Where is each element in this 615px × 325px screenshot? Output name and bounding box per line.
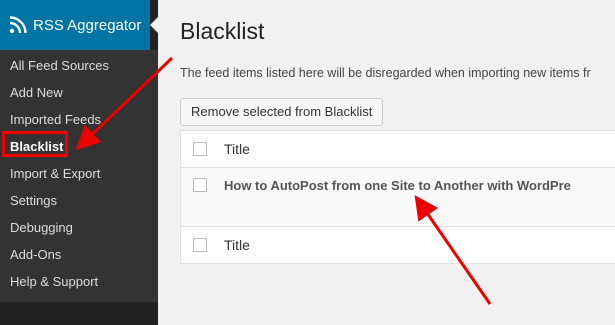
row-checkbox[interactable]: [193, 178, 207, 192]
main-content: Blacklist The feed items listed here wil…: [158, 0, 615, 325]
sidebar-item-settings[interactable]: Settings: [10, 191, 57, 211]
column-footer-title[interactable]: Title: [224, 237, 250, 253]
sidebar-item-help-support[interactable]: Help & Support: [10, 272, 98, 292]
table-header-row: Title: [181, 131, 615, 168]
blacklist-table: Title How to AutoPost from one Site to A…: [180, 130, 615, 264]
sidebar-item-add-ons[interactable]: Add-Ons: [10, 245, 61, 265]
plugin-title: RSS Aggregator: [33, 16, 142, 34]
table-row: How to AutoPost from one Site to Another…: [181, 168, 615, 227]
table-footer-row: Title: [181, 227, 615, 263]
select-all-checkbox-footer[interactable]: [193, 238, 207, 252]
annotation-highlight-box: [2, 131, 68, 157]
sidebar-item-import-export[interactable]: Import & Export: [10, 164, 100, 184]
sidebar-item-all-feed-sources[interactable]: All Feed Sources: [10, 56, 109, 76]
rss-icon: [9, 16, 27, 34]
sidebar-item-add-new[interactable]: Add New: [10, 83, 63, 103]
plugin-menu-header[interactable]: RSS Aggregator: [0, 0, 158, 50]
sidebar-item-debugging[interactable]: Debugging: [10, 218, 73, 238]
page-title: Blacklist: [180, 18, 265, 44]
row-title[interactable]: How to AutoPost from one Site to Another…: [224, 178, 571, 193]
admin-sidebar: RSS Aggregator All Feed Sources Add New …: [0, 0, 158, 325]
select-all-checkbox[interactable]: [193, 142, 207, 156]
page-description: The feed items listed here will be disre…: [180, 66, 591, 80]
remove-from-blacklist-button[interactable]: Remove selected from Blacklist: [180, 98, 384, 126]
current-menu-indicator: [150, 17, 158, 33]
column-header-title[interactable]: Title: [224, 141, 250, 157]
sidebar-item-imported-feeds[interactable]: Imported Feeds: [10, 110, 101, 130]
